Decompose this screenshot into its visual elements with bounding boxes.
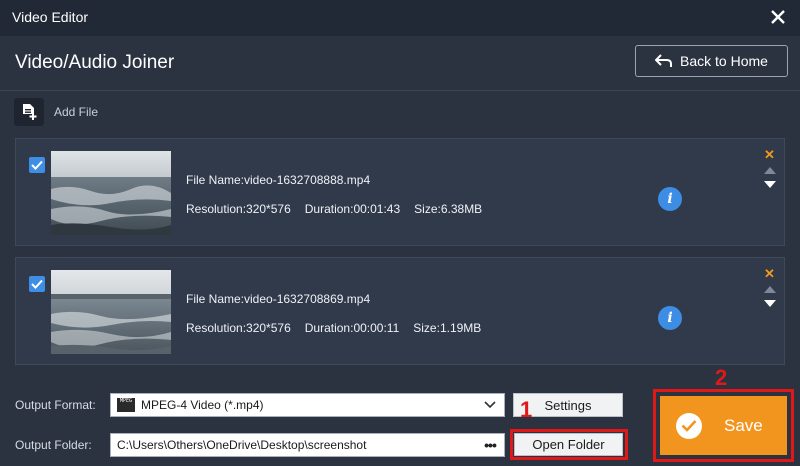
- info-icon[interactable]: i: [658, 187, 682, 211]
- move-down-icon[interactable]: [764, 300, 776, 307]
- step-1-label: 1: [520, 397, 533, 422]
- video-thumbnail: [51, 270, 171, 354]
- file-name: File Name:video-1632708869.mp4: [186, 292, 371, 306]
- file-resolution: Resolution:320*576: [186, 321, 291, 335]
- remove-file-icon[interactable]: ✕: [764, 267, 775, 281]
- file-resolution: Resolution:320*576: [186, 202, 291, 216]
- output-folder-input[interactable]: [110, 433, 505, 457]
- move-up-icon[interactable]: [764, 286, 776, 293]
- output-folder-label: Output Folder:: [15, 438, 92, 452]
- window-title: Video Editor: [12, 9, 89, 25]
- info-icon[interactable]: i: [658, 306, 682, 330]
- header-divider: [0, 90, 800, 91]
- add-file-button[interactable]: Add File: [14, 98, 98, 126]
- remove-file-icon[interactable]: ✕: [764, 148, 775, 162]
- add-file-icon: [14, 98, 44, 126]
- move-down-icon[interactable]: [764, 181, 776, 188]
- file-checkbox[interactable]: [29, 276, 45, 292]
- file-specs: Resolution:320*576 Duration:00:01:43 Size:…: [186, 202, 496, 216]
- step-2-label: 2: [715, 365, 728, 390]
- file-row: File Name:video-1632708888.mp4 Resolutio…: [15, 138, 785, 246]
- page-title: Video/Audio Joiner: [15, 52, 175, 73]
- file-duration: Duration:00:01:43: [304, 202, 401, 216]
- back-to-home-button[interactable]: Back to Home: [635, 45, 788, 77]
- output-format-select[interactable]: MPEG MPEG-4 Video (*.mp4): [110, 393, 505, 417]
- file-checkbox[interactable]: [29, 157, 45, 173]
- chevron-down-icon: [484, 401, 496, 409]
- video-thumbnail: [51, 151, 171, 235]
- open-folder-highlight: [510, 429, 628, 460]
- checkmark-icon: [31, 279, 43, 289]
- checkmark-icon: [676, 412, 702, 439]
- file-size: Size:1.19MB: [413, 321, 482, 335]
- save-label: Save: [724, 415, 763, 435]
- output-format-label: Output Format:: [15, 398, 96, 412]
- file-name: File Name:video-1632708888.mp4: [186, 173, 371, 187]
- title-bar: Video Editor: [0, 0, 800, 36]
- file-specs: Resolution:320*576 Duration:00:00:11 Size:…: [186, 321, 495, 335]
- mpeg-format-icon: MPEG: [117, 398, 135, 412]
- close-icon[interactable]: [768, 7, 788, 27]
- file-duration: Duration:00:00:11: [304, 321, 400, 335]
- save-button[interactable]: Save: [660, 396, 787, 455]
- checkmark-icon: [31, 160, 43, 170]
- add-file-label: Add File: [54, 105, 99, 119]
- output-format-value: MPEG-4 Video (*.mp4): [141, 398, 264, 412]
- file-size: Size:6.38MB: [414, 202, 483, 216]
- file-row: File Name:video-1632708869.mp4 Resolutio…: [15, 257, 785, 365]
- browse-folder-button[interactable]: •••: [476, 433, 504, 457]
- back-arrow-icon: [655, 54, 673, 67]
- move-up-icon[interactable]: [764, 167, 776, 174]
- back-to-home-label: Back to Home: [680, 53, 768, 69]
